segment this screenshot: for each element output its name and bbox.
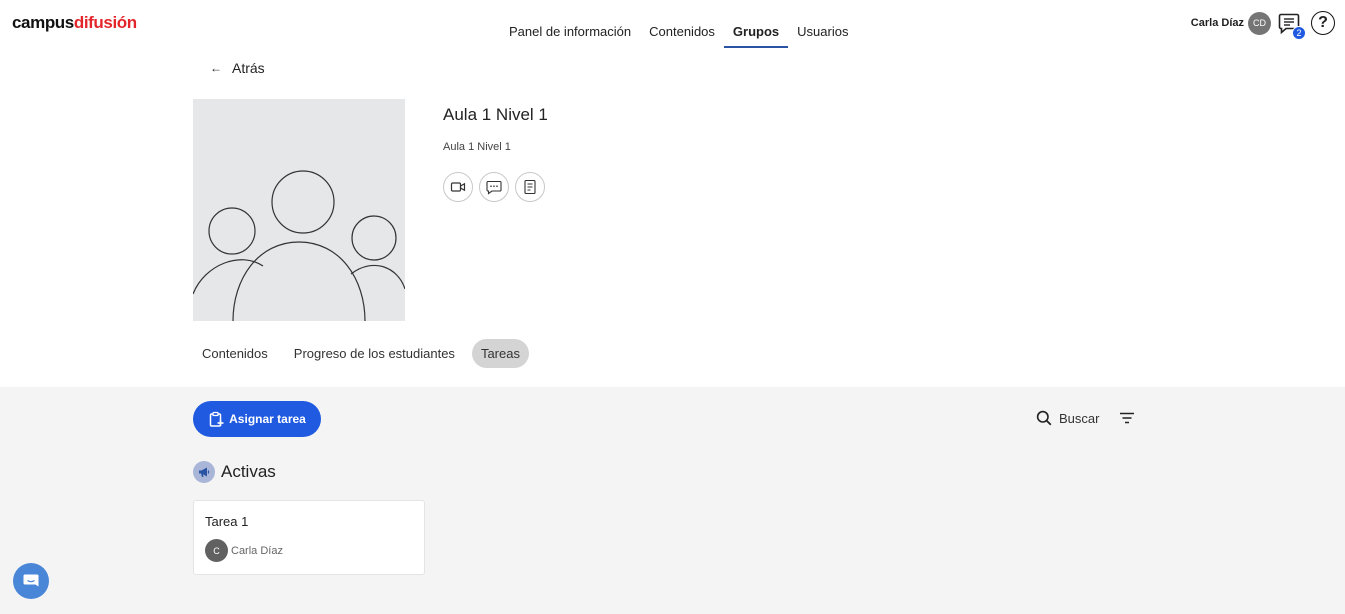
group-title: Aula 1 Nivel 1 — [443, 105, 548, 124]
top-header: campusdifusión Panel de información Cont… — [0, 0, 1345, 52]
video-icon — [450, 182, 466, 192]
author-name: Carla Díaz — [231, 544, 283, 557]
tasks-panel: Asignar tarea Buscar Activas Tarea 1 C C… — [0, 387, 1345, 614]
author-avatar: C — [205, 539, 228, 562]
assign-task-button[interactable]: Asignar tarea — [193, 401, 321, 437]
search-label: Buscar — [1059, 410, 1100, 426]
nav-item-usuarios[interactable]: Usuarios — [788, 18, 857, 48]
search-icon — [1036, 410, 1052, 426]
nav-item-contenidos[interactable]: Contenidos — [640, 18, 724, 48]
tab-contenidos[interactable]: Contenidos — [193, 339, 277, 368]
messages-button[interactable]: 2 — [1277, 11, 1306, 40]
filter-button[interactable] — [1119, 411, 1135, 425]
logo-part-campus: campus — [12, 13, 74, 32]
megaphone-icon — [193, 461, 215, 483]
active-section-title: Activas — [221, 462, 276, 481]
video-call-button[interactable] — [443, 172, 473, 202]
document-icon — [524, 179, 536, 195]
filter-icon — [1120, 412, 1134, 424]
main-navigation: Panel de información Contenidos Grupos U… — [500, 18, 857, 48]
chat-icon — [486, 180, 502, 195]
user-name[interactable]: Carla Díaz — [1191, 17, 1244, 29]
chat-button[interactable] — [479, 172, 509, 202]
active-section-heading: Activas — [193, 461, 276, 483]
group-image — [193, 99, 405, 321]
group-tabs: Contenidos Progreso de los estudiantes T… — [193, 339, 537, 368]
task-card[interactable]: Tarea 1 C Carla Díaz — [193, 500, 425, 575]
back-label: Atrás — [232, 60, 265, 76]
user-avatar[interactable]: CD — [1248, 11, 1271, 35]
campus-difusion-logo[interactable]: campusdifusión — [12, 13, 137, 33]
arrow-left-icon: ← — [210, 61, 222, 75]
notes-button[interactable] — [515, 172, 545, 202]
tab-progreso[interactable]: Progreso de los estudiantes — [285, 339, 464, 368]
user-area: Carla Díaz CD 2 ? — [1191, 11, 1335, 40]
group-people-icon — [193, 170, 405, 321]
nav-item-panel[interactable]: Panel de información — [500, 18, 640, 48]
group-subtitle: Aula 1 Nivel 1 — [443, 141, 511, 153]
support-chat-button[interactable] — [13, 563, 49, 599]
logo-part-difusion: difusión — [73, 13, 137, 32]
group-actions — [443, 172, 551, 202]
search-button[interactable]: Buscar — [1036, 410, 1099, 426]
assign-task-label: Asignar tarea — [229, 412, 306, 426]
task-author: C Carla Díaz — [205, 539, 283, 562]
tab-tareas[interactable]: Tareas — [471, 339, 529, 368]
messages-badge: 2 — [1292, 26, 1306, 40]
nav-item-grupos[interactable]: Grupos — [723, 18, 789, 48]
chat-support-icon — [23, 574, 39, 587]
clipboard-add-icon — [208, 411, 224, 427]
back-link[interactable]: ← Atrás — [210, 60, 265, 76]
task-title: Tarea 1 — [205, 514, 249, 529]
help-button[interactable]: ? — [1311, 11, 1335, 35]
